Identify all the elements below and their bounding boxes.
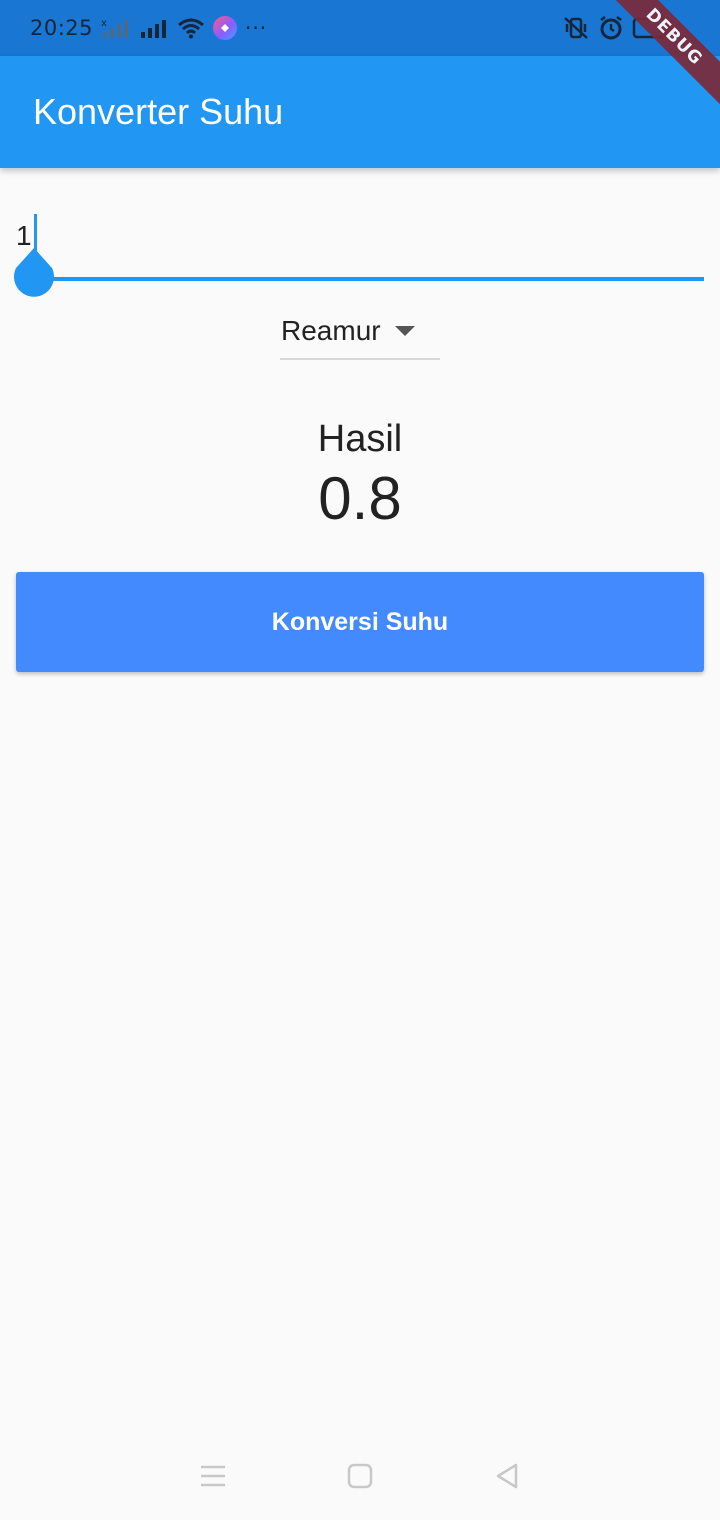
result-label: Hasil [317,418,403,460]
wifi-icon [177,17,205,39]
page-title: Konverter Suhu [33,91,284,132]
input-underline [16,277,704,281]
svg-text:x: x [101,18,107,29]
app-bar: Konverter Suhu [0,56,720,168]
app-screen: 20:25 x ··· DEBUG Konverter Suhu 1 Reamu… [0,0,720,1520]
temperature-input[interactable]: 1 [13,210,704,297]
convert-button[interactable]: Konversi Suhu [16,572,704,672]
signal-icon [139,17,169,39]
status-time: 20:25 [30,16,94,40]
convert-button-label: Konversi Suhu [271,607,449,636]
unit-dropdown[interactable]: Reamur [280,304,440,360]
status-bar: 20:25 x ··· [0,0,720,56]
cursor-handle-icon[interactable] [12,248,56,300]
unit-dropdown-value: Reamur [281,315,381,346]
dropdown-arrow-icon [394,326,415,336]
alarm-icon [598,15,624,41]
menu-icon[interactable] [198,1463,228,1493]
navigation-bar [0,1436,720,1520]
result-value: 0.8 [318,465,402,532]
vibrate-off-icon [562,16,590,40]
more-icon: ··· [245,16,268,40]
signal-crossed-icon: x [101,17,131,39]
home-icon[interactable] [345,1461,375,1495]
back-icon[interactable] [492,1461,522,1495]
app-badge-icon [213,16,238,40]
